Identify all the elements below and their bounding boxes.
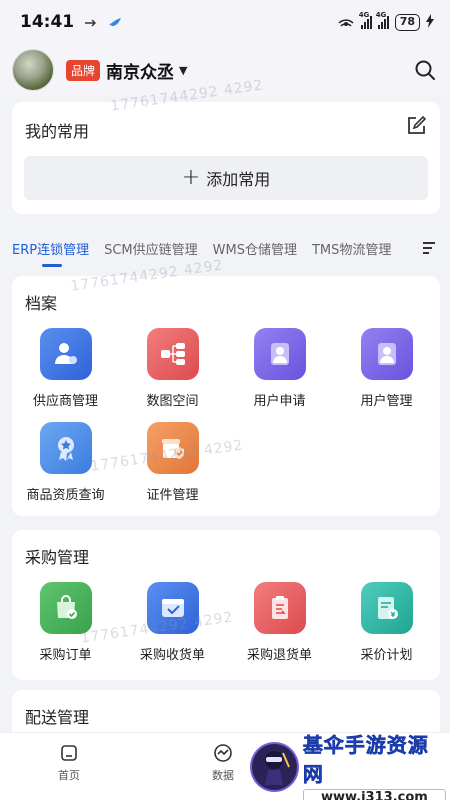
purchase-receipt-item[interactable]: 采购收货单 xyxy=(119,582,226,663)
clock-time: 14:41 xyxy=(20,12,75,32)
mindmap-space-item[interactable]: 数图空间 xyxy=(119,328,226,409)
status-bar: 14:41 4G 4G 78 xyxy=(0,0,450,44)
hotspot-icon xyxy=(337,13,355,32)
price-plan-item[interactable]: 采价计划 xyxy=(333,582,440,663)
add-favorite-label: 添加常用 xyxy=(206,170,271,189)
supplier-icon xyxy=(39,328,92,380)
tabs-menu-button[interactable] xyxy=(422,240,436,254)
shopping-bag-icon xyxy=(39,582,92,634)
supplier-management-item[interactable]: 供应商管理 xyxy=(12,328,119,409)
brand-badge: 品牌 xyxy=(66,59,101,81)
return-doc-icon xyxy=(253,582,306,634)
signal-2-icon: 4G xyxy=(376,11,389,29)
user-apply-item[interactable]: 用户申请 xyxy=(226,328,333,409)
data-chart-icon xyxy=(214,744,232,762)
usb-icon xyxy=(84,13,98,32)
delivery-title: 配送管理 xyxy=(25,708,90,727)
tab-scm[interactable]: SCM供应链管理 xyxy=(104,239,198,258)
product-qualification-item[interactable]: 商品资质查询 xyxy=(12,422,119,503)
battery-indicator: 78 xyxy=(394,13,420,31)
charging-icon xyxy=(426,13,434,32)
user-management-item[interactable]: 用户管理 xyxy=(333,328,440,409)
favorites-card: 我的常用 + 添加常用 xyxy=(12,102,440,214)
purchase-title: 采购管理 xyxy=(25,548,90,567)
bird-app-icon xyxy=(108,13,122,32)
purchase-order-item[interactable]: 采购订单 xyxy=(12,582,119,663)
caret-down-icon[interactable]: ▼ xyxy=(179,64,187,77)
module-tabs: ERP连锁管理 SCM供应链管理 WMS仓储管理 TMS物流管理 xyxy=(0,228,450,268)
search-icon xyxy=(415,60,435,80)
user-manage-icon xyxy=(360,328,413,380)
archive-title: 档案 xyxy=(25,294,58,313)
mindmap-icon xyxy=(146,328,199,380)
price-plan-icon xyxy=(360,582,413,634)
signal-1-icon: 4G xyxy=(359,11,372,29)
list-menu-icon xyxy=(423,242,435,254)
user-apply-icon xyxy=(253,328,306,380)
favorites-title: 我的常用 xyxy=(25,122,90,141)
certificate-badge-icon xyxy=(39,422,92,474)
home-icon xyxy=(61,745,77,761)
tab-wms[interactable]: WMS仓储管理 xyxy=(213,239,297,258)
archive-card: 档案 供应商管理 数图空间 用户申请 用户管理 商品资质查询 证件管理 xyxy=(12,276,440,516)
ninja-mascot-icon xyxy=(250,742,299,792)
tab-erp[interactable]: ERP连锁管理 xyxy=(12,239,89,267)
certificate-management-item[interactable]: 证件管理 xyxy=(119,422,226,503)
search-button[interactable] xyxy=(412,57,438,83)
avatar[interactable] xyxy=(12,49,54,91)
nav-home[interactable]: 首页 xyxy=(58,743,80,783)
receive-box-icon xyxy=(146,582,199,634)
edit-icon xyxy=(408,115,427,134)
purchase-return-item[interactable]: 采购退货单 xyxy=(226,582,333,663)
site-url: www.j313.com xyxy=(302,788,446,800)
add-favorite-button[interactable]: + 添加常用 xyxy=(24,156,428,200)
plus-icon: + xyxy=(181,165,201,190)
app-header: 品牌 南京众丞 ▼ xyxy=(0,44,450,96)
edit-favorites-button[interactable] xyxy=(406,115,428,138)
shop-shield-icon xyxy=(146,422,199,474)
nav-data[interactable]: 数据 xyxy=(212,743,234,783)
purchase-card: 采购管理 采购订单 采购收货单 采购退货单 采价计划 xyxy=(12,530,440,680)
site-name: 基伞手游资源网 xyxy=(302,732,429,786)
site-watermark-logo: 基伞手游资源网 www.j313.com xyxy=(250,732,446,800)
company-selector[interactable]: 南京众丞 xyxy=(106,58,174,83)
tab-tms[interactable]: TMS物流管理 xyxy=(312,239,391,258)
